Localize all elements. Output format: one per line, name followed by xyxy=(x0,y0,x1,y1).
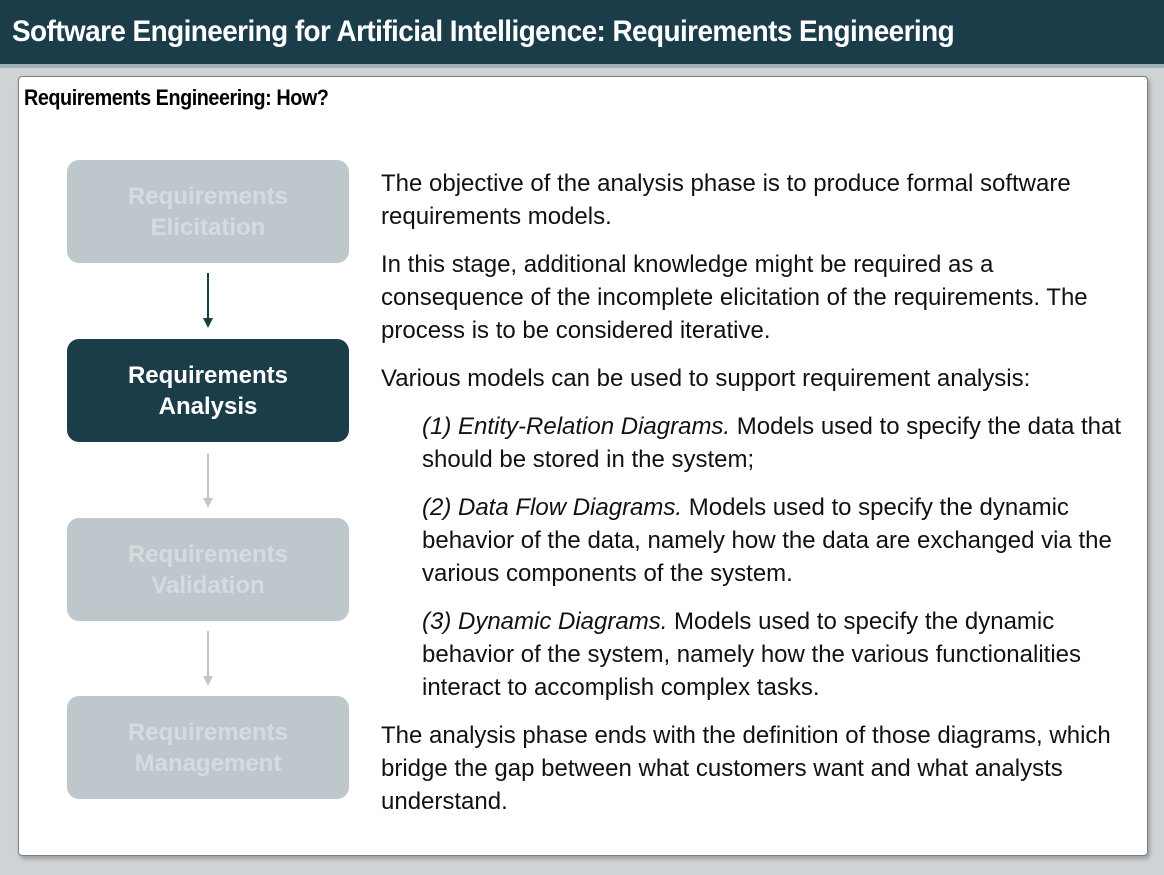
model-item-entity-relation: (1) Entity-Relation Diagrams. Models use… xyxy=(422,410,1141,476)
model-item-dynamic: (3) Dynamic Diagrams. Models used to spe… xyxy=(422,605,1141,704)
step-requirements-management: Requirements Management xyxy=(67,696,349,799)
step-requirements-elicitation: Requirements Elicitation xyxy=(67,160,349,263)
model-name: (3) Dynamic Diagrams. xyxy=(422,608,668,635)
step-requirements-analysis: Requirements Analysis xyxy=(67,339,349,442)
arrow-down-icon xyxy=(203,631,213,686)
panel-heading: Requirements Engineering: How? xyxy=(24,85,329,110)
models-lead-paragraph: Various models can be used to support re… xyxy=(381,365,1031,392)
step-requirements-validation: Requirements Validation xyxy=(67,518,349,621)
model-item-data-flow: (2) Data Flow Diagrams. Models used to s… xyxy=(422,491,1141,590)
model-name: (1) Entity-Relation Diagrams. xyxy=(422,413,731,440)
title-bar: Software Engineering for Artificial Inte… xyxy=(0,0,1164,64)
title-underline xyxy=(0,64,1164,68)
analysis-description: The objective of the analysis phase is t… xyxy=(381,167,1141,818)
step-label: Requirements Validation xyxy=(127,540,289,599)
arrow-down-icon xyxy=(203,273,213,328)
model-name: (2) Data Flow Diagrams. xyxy=(422,494,683,521)
arrow-down-icon xyxy=(203,453,213,508)
step-label: Requirements Management xyxy=(127,718,289,777)
slide-title: Software Engineering for Artificial Inte… xyxy=(12,15,955,48)
step-label: Requirements Analysis xyxy=(127,361,289,420)
step-label: Requirements Elicitation xyxy=(127,182,289,241)
stage-paragraph: In this stage, additional knowledge migh… xyxy=(381,251,1088,344)
content-panel: Requirements Engineering: How? Requireme… xyxy=(18,76,1148,856)
intro-paragraph: The objective of the analysis phase is t… xyxy=(381,170,1071,230)
conclusion-paragraph: The analysis phase ends with the definit… xyxy=(381,722,1111,815)
